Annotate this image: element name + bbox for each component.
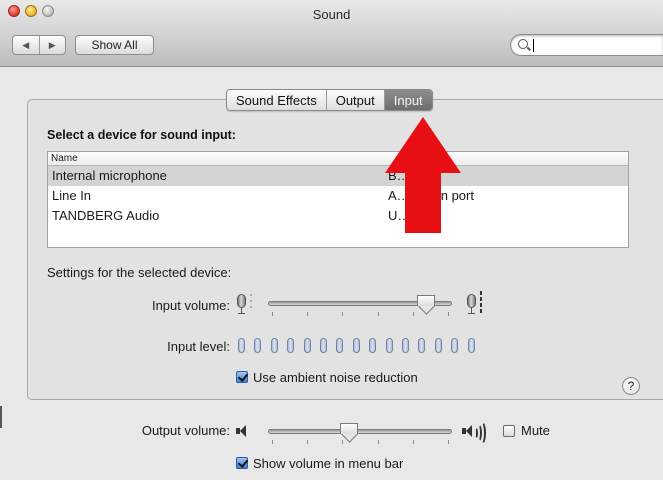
slider-tick	[272, 440, 273, 444]
slider-tick	[377, 312, 379, 316]
show-volume-label: Show volume in menu bar	[253, 456, 404, 471]
tab-bar: Sound Effects Output Input	[226, 89, 433, 111]
preferences-pane	[27, 99, 663, 400]
device-name: Internal microphone	[52, 168, 167, 183]
table-header[interactable]: Name	[48, 152, 628, 166]
show-all-button[interactable]: Show All	[75, 35, 154, 55]
level-segment	[451, 338, 459, 353]
level-segment	[303, 338, 311, 353]
sound-preferences-window: Sound ◀ ▶ Show All Sound Effects Output …	[0, 0, 663, 480]
tab-input[interactable]: Input	[384, 90, 432, 110]
ambient-noise-checkbox[interactable]	[236, 371, 248, 383]
show-volume-checkbox[interactable]	[236, 457, 248, 469]
slider-tick	[307, 440, 309, 444]
slider-tick	[448, 312, 449, 316]
back-forward-control: ◀ ▶	[12, 35, 66, 55]
tab-output[interactable]: Output	[327, 90, 385, 110]
level-segment	[369, 338, 377, 353]
table-row[interactable]: Internal microphone B…n	[48, 166, 628, 186]
edge-mark	[0, 406, 2, 428]
slider-tick	[412, 440, 414, 444]
text-cursor	[533, 39, 534, 52]
level-segment	[270, 338, 278, 353]
column-header-name[interactable]: Name	[51, 153, 78, 164]
table-row[interactable]: TANDBERG Audio U…	[48, 206, 628, 226]
slider-tick	[342, 440, 344, 444]
slider-tick	[412, 312, 414, 316]
mute-label: Mute	[521, 423, 550, 438]
level-segment	[320, 338, 327, 353]
output-volume-label: Output volume:	[141, 423, 230, 438]
title-bar: Sound ◀ ▶ Show All	[0, 0, 663, 67]
level-segment	[336, 338, 344, 353]
window-title: Sound	[312, 7, 351, 22]
level-segment	[385, 338, 393, 353]
triangle-right-icon: ▶	[48, 39, 56, 50]
back-button[interactable]: ◀	[13, 36, 40, 54]
level-segment	[402, 338, 409, 353]
input-device-table[interactable]: Name Internal microphone B…n Line In A… …	[47, 151, 629, 248]
mute-checkbox[interactable]	[503, 425, 515, 437]
search-icon	[518, 39, 528, 49]
level-segment	[254, 338, 262, 353]
input-volume-label: Input volume:	[151, 298, 230, 313]
slider-tick	[377, 440, 379, 444]
slider-tick	[272, 312, 273, 316]
level-segment	[434, 338, 442, 353]
slider-track[interactable]	[268, 429, 452, 434]
arrow-head	[385, 117, 461, 173]
level-segment	[467, 338, 475, 353]
settings-heading: Settings for the selected device:	[47, 265, 232, 280]
slider-tick	[307, 312, 309, 316]
level-segment	[238, 338, 245, 353]
arrow-shaft	[405, 172, 441, 233]
input-level-label: Input level:	[167, 339, 230, 354]
ambient-noise-label: Use ambient noise reduction	[253, 370, 418, 385]
triangle-left-icon: ◀	[22, 39, 30, 50]
level-segment	[352, 338, 360, 353]
forward-button[interactable]: ▶	[40, 36, 66, 54]
search-field[interactable]	[510, 34, 663, 56]
help-button[interactable]: ?	[622, 377, 640, 395]
level-segment	[287, 338, 295, 353]
level-segment	[418, 338, 426, 353]
table-row[interactable]: Line In A… line-in port	[48, 186, 628, 206]
device-name: Line In	[52, 188, 92, 203]
device-list-heading: Select a device for sound input:	[47, 128, 236, 142]
slider-tick	[448, 440, 449, 444]
device-name: TANDBERG Audio	[52, 208, 160, 223]
slider-tick	[342, 312, 344, 316]
tab-sound-effects[interactable]: Sound Effects	[227, 90, 327, 110]
